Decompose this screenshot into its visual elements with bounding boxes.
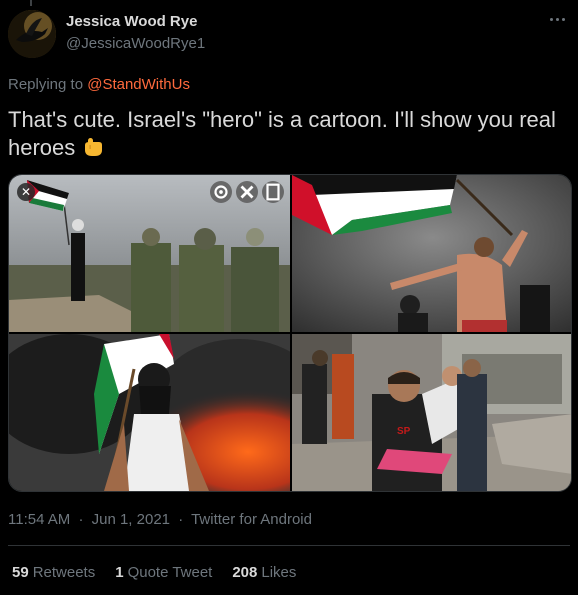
tweet-meta: 11:54 AM · Jun 1, 2021 · Twitter for And…	[8, 511, 312, 528]
tweet-date[interactable]: Jun 1, 2021	[92, 511, 170, 528]
media-image-1[interactable]: ✕	[9, 175, 290, 332]
avatar[interactable]	[8, 10, 56, 58]
tweet-time[interactable]: 11:54 AM	[8, 511, 70, 528]
more-options-button[interactable]	[546, 12, 568, 26]
tweet-text: That's cute. Israel's "hero" is a cartoo…	[8, 106, 568, 162]
pointing-down-icon	[85, 138, 103, 156]
thread-line	[30, 0, 32, 6]
replying-prefix: Replying to	[8, 76, 84, 93]
remove-media-button[interactable]: ✕	[17, 183, 35, 201]
close-icon[interactable]	[236, 181, 258, 203]
engagement-stats: 59 Retweets 1 Quote Tweet 208 Likes	[12, 564, 296, 581]
retweets-stat[interactable]: 59 Retweets	[12, 564, 95, 581]
likes-count: 208	[232, 564, 258, 581]
scan-icon[interactable]	[210, 181, 232, 203]
tweet: Jessica Wood Rye @JessicaWoodRye1 Replyi…	[0, 0, 578, 595]
tweet-source[interactable]: Twitter for Android	[191, 511, 312, 528]
user-handle[interactable]: @JessicaWoodRye1	[66, 35, 205, 52]
replying-to: Replying to @StandWithUs	[8, 76, 190, 93]
likes-label: Likes	[261, 564, 297, 581]
dot-icon	[549, 17, 553, 21]
quotes-stat[interactable]: 1 Quote Tweet	[115, 564, 212, 581]
media-grid: ✕ SP	[8, 174, 572, 492]
photo-man-carrying-child: SP	[292, 334, 571, 491]
dot-icon	[555, 17, 559, 21]
bird-icon	[8, 10, 56, 58]
reply-mention-link[interactable]: @StandWithUs	[87, 76, 190, 93]
retweets-label: Retweets	[32, 564, 96, 581]
meta-separator: ·	[78, 511, 84, 528]
likes-stat[interactable]: 208 Likes	[232, 564, 296, 581]
meta-separator: ·	[178, 511, 184, 528]
divider	[8, 545, 570, 546]
media-image-3[interactable]	[9, 334, 290, 491]
svg-text:SP: SP	[397, 426, 411, 437]
media-image-2[interactable]	[292, 175, 571, 332]
photo-masked-youth-flag	[9, 334, 290, 491]
media-tools	[210, 181, 284, 203]
quotes-label: Quote Tweet	[127, 564, 213, 581]
media-image-4[interactable]: SP	[292, 334, 571, 491]
save-icon[interactable]	[262, 181, 284, 203]
quotes-count: 1	[115, 564, 124, 581]
retweets-count: 59	[12, 564, 29, 581]
display-name[interactable]: Jessica Wood Rye	[66, 13, 197, 30]
photo-man-waving-flag	[292, 175, 571, 332]
dot-icon	[561, 17, 565, 21]
